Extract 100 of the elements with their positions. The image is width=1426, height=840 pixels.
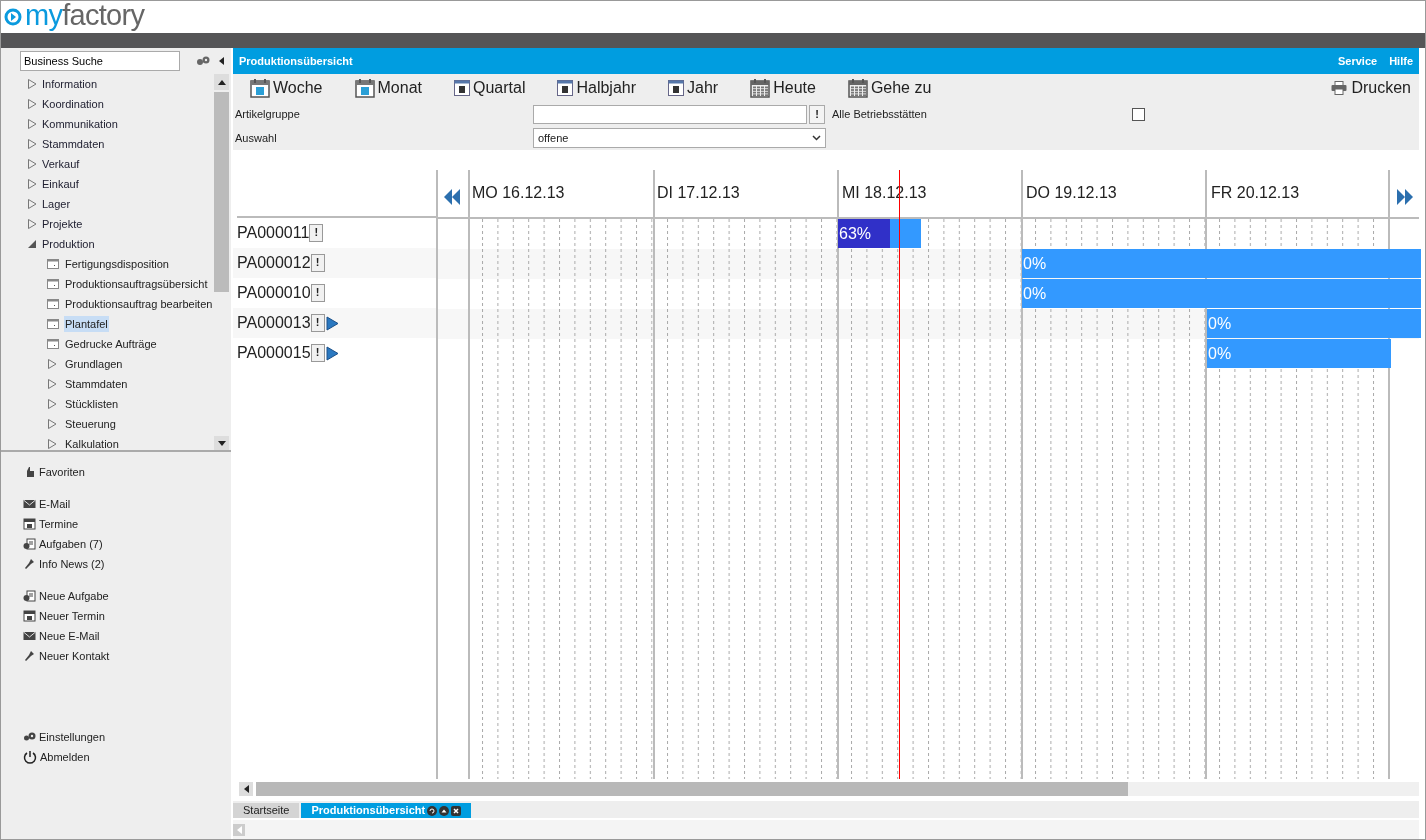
tree-item[interactable]: Plantafel bbox=[64, 315, 109, 333]
envelope-icon bbox=[23, 498, 36, 510]
calendar-icon bbox=[354, 78, 375, 98]
info-button[interactable]: ! bbox=[309, 224, 324, 242]
info-button[interactable]: ! bbox=[310, 344, 325, 362]
task-icon bbox=[23, 590, 36, 602]
left-arrow-icon bbox=[236, 825, 242, 834]
tree-item[interactable]: Kommunikation bbox=[42, 115, 118, 133]
tree-item[interactable]: Lager bbox=[42, 195, 71, 213]
sidebar-link[interactable]: Info News (2) bbox=[23, 554, 231, 574]
settings-icon[interactable] bbox=[196, 56, 210, 66]
down-arrow-icon[interactable] bbox=[217, 440, 226, 446]
tree-item[interactable]: Grundlagen bbox=[64, 355, 124, 373]
search-field[interactable]: Business Suche bbox=[20, 51, 180, 71]
sidebar-link[interactable]: Aufgaben (7) bbox=[23, 534, 231, 554]
tree-item[interactable]: Projekte bbox=[42, 215, 83, 233]
progress-label: 63% bbox=[838, 223, 872, 244]
sidebar-link[interactable]: Termine bbox=[23, 514, 231, 534]
window-icon bbox=[47, 279, 59, 289]
sidebar-link[interactable]: Neue Aufgabe bbox=[23, 586, 231, 606]
print-button[interactable]: Drucken bbox=[1331, 76, 1411, 100]
tree-item[interactable]: Information bbox=[42, 75, 98, 93]
sidebar-link[interactable]: Neuer Termin bbox=[23, 606, 231, 626]
tree-item[interactable]: Verkauf bbox=[42, 155, 80, 173]
fast-forward-icon[interactable] bbox=[1395, 189, 1414, 205]
logo-text: myfactory bbox=[25, 1, 145, 30]
task-icon bbox=[23, 538, 36, 550]
field-label: Alle Betriebsstätten bbox=[832, 106, 928, 122]
toolbar-button[interactable]: Gehe zu bbox=[847, 76, 932, 100]
envelope-icon bbox=[23, 630, 36, 642]
day-header: FR 20.12.13 bbox=[1211, 183, 1300, 203]
info-button[interactable]: ! bbox=[310, 284, 325, 302]
calendar-icon bbox=[557, 80, 574, 96]
order-id: PA000013 bbox=[237, 313, 311, 333]
chevron-down-icon bbox=[812, 135, 821, 141]
sidebar-link[interactable]: E-Mail bbox=[23, 494, 231, 514]
up-arrow-icon[interactable] bbox=[217, 79, 226, 85]
up-icon[interactable] bbox=[439, 805, 450, 816]
calendar-icon bbox=[250, 78, 270, 98]
tab[interactable]: Startseite bbox=[233, 803, 300, 818]
rewind-icon[interactable] bbox=[443, 189, 461, 205]
field-label: Auswahl bbox=[235, 130, 278, 146]
tree-item[interactable]: Produktion bbox=[42, 235, 95, 253]
window-icon bbox=[47, 259, 59, 269]
settings-icon bbox=[23, 731, 36, 743]
calendar-icon bbox=[750, 78, 771, 98]
tree-item[interactable]: Steuerung bbox=[64, 415, 117, 433]
expanded-triangle-icon[interactable] bbox=[27, 239, 37, 249]
sidebar-link[interactable]: Einstellungen bbox=[23, 727, 231, 747]
tree-item[interactable]: Produktionsauftrag bearbeiten bbox=[64, 295, 214, 313]
order-id: PA000010 bbox=[237, 283, 311, 303]
calendar-icon bbox=[668, 80, 685, 96]
left-arrow-icon[interactable] bbox=[243, 785, 249, 793]
toolbar-button[interactable]: Quartal bbox=[454, 76, 526, 100]
printer-icon bbox=[1331, 81, 1348, 95]
sidebar-link[interactable]: Neuer Kontakt bbox=[23, 646, 231, 666]
calendar-icon bbox=[23, 610, 36, 622]
info-button[interactable]: ! bbox=[310, 254, 325, 272]
lookup-button[interactable]: ! bbox=[809, 104, 825, 124]
tree-item[interactable]: Kalkulation bbox=[64, 435, 120, 450]
toolbar-button[interactable]: Monat bbox=[354, 76, 422, 100]
toolbar-button[interactable]: Halbjahr bbox=[557, 76, 637, 100]
tree-item[interactable]: Produktionsauftragsübersicht bbox=[64, 275, 209, 293]
play-icon[interactable] bbox=[325, 315, 339, 331]
toolbar-button[interactable]: Woche bbox=[250, 76, 323, 100]
close-icon[interactable] bbox=[451, 805, 462, 816]
pin-icon bbox=[23, 650, 36, 662]
order-id: PA000011 bbox=[237, 223, 310, 243]
selection-dropdown[interactable]: offene bbox=[533, 128, 826, 148]
order-id: PA000012 bbox=[237, 253, 311, 273]
calendar-icon bbox=[454, 80, 470, 96]
tree-item[interactable]: Gedrucke Aufträge bbox=[64, 335, 158, 353]
sidebar-link[interactable]: Favoriten bbox=[23, 462, 231, 482]
play-icon[interactable] bbox=[325, 345, 339, 361]
horizontal-scrollbar[interactable] bbox=[239, 782, 1419, 796]
toolbar-button[interactable]: Heute bbox=[750, 76, 816, 100]
day-header: MO 16.12.13 bbox=[472, 183, 565, 203]
gantt-bar[interactable]: 63% bbox=[838, 219, 921, 248]
tree-item[interactable]: Stücklisten bbox=[64, 395, 120, 413]
window-icon bbox=[47, 319, 59, 329]
checkbox[interactable] bbox=[1132, 107, 1145, 121]
info-button[interactable]: ! bbox=[310, 314, 325, 332]
article-group-field[interactable] bbox=[533, 104, 807, 124]
calendar-icon bbox=[847, 78, 868, 98]
progress-label: 0% bbox=[1207, 313, 1232, 334]
tree-item[interactable]: Stammdaten bbox=[42, 135, 105, 153]
tree-item[interactable]: Fertigungsdisposition bbox=[64, 255, 170, 273]
scrollbar[interactable] bbox=[214, 74, 229, 450]
toolbar-button[interactable]: Jahr bbox=[668, 76, 719, 100]
refresh-icon[interactable] bbox=[427, 805, 438, 816]
logo-icon bbox=[4, 8, 22, 26]
sidebar-link[interactable]: Abmelden bbox=[23, 747, 231, 767]
progress-label: 0% bbox=[1207, 343, 1232, 364]
page-title: Produktionsübersicht bbox=[239, 53, 353, 69]
tree-item[interactable]: Stammdaten bbox=[64, 375, 129, 393]
sidebar-link[interactable]: Neue E-Mail bbox=[23, 626, 231, 646]
collapse-icon[interactable] bbox=[219, 57, 224, 65]
tree-item[interactable]: Koordination bbox=[42, 95, 104, 113]
day-header: DI 17.12.13 bbox=[657, 183, 740, 203]
tree-item[interactable]: Einkauf bbox=[42, 175, 79, 193]
